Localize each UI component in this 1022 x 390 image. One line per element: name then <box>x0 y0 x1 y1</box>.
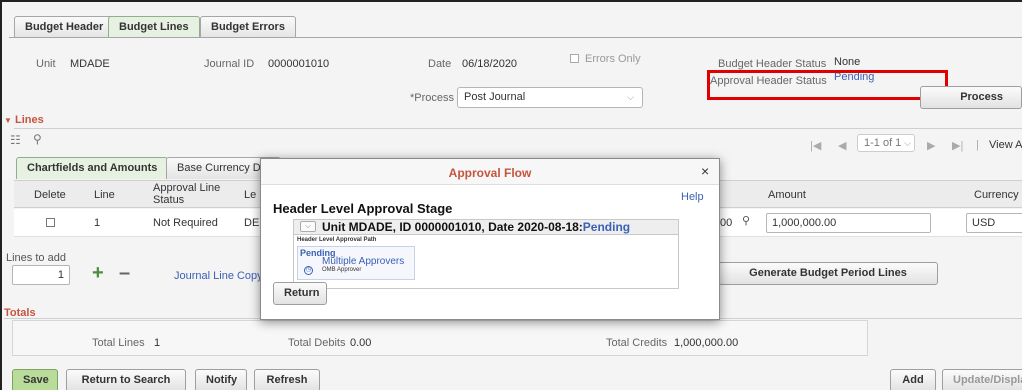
lines-divider <box>14 128 1022 129</box>
collapse-triangle-icon: ▼ <box>4 116 12 125</box>
approval-path-heading: Unit MDADE, ID 0000001010, Date 2020-08-… <box>322 220 630 234</box>
chevron-down-icon: ⌵ <box>627 92 634 102</box>
modal-title-bar: Approval Flow × <box>261 159 719 185</box>
total-lines-value: 1 <box>154 337 161 349</box>
unit-value: MDADE <box>70 58 110 70</box>
process-select-value: Post Journal <box>464 91 526 103</box>
tab-divider <box>9 37 1022 38</box>
lines-to-add-label: Lines to add <box>6 252 66 264</box>
collapse-icon[interactable]: ⌵ <box>300 221 316 232</box>
modal-title: Approval Flow <box>448 166 532 180</box>
unit-label: Unit <box>36 58 56 70</box>
journal-id-label: Journal ID <box>204 58 255 70</box>
journal-id-value: 0000001010 <box>268 58 330 70</box>
tab-budget-header[interactable]: Budget Header <box>14 16 115 38</box>
help-link[interactable]: Help <box>681 191 704 203</box>
budget-header-status-label: Budget Header Status <box>718 58 827 70</box>
add-line-icon[interactable]: + <box>92 262 104 285</box>
approval-path-box: ⌵ Unit MDADE, ID 0000001010, Date 2020-0… <box>293 219 679 289</box>
lookup-icon[interactable]: ⚲ <box>742 214 750 227</box>
row-ledger: DE <box>244 217 260 229</box>
update-display-button[interactable]: Update/Display <box>942 369 1022 390</box>
return-to-search-button[interactable]: Return to Search <box>66 369 186 390</box>
col-delete: Delete <box>34 189 66 201</box>
pager-text: 1-1 of 1 <box>864 137 902 149</box>
col-currency: Currency <box>974 189 1019 201</box>
row-line: 1 <box>94 217 101 229</box>
personalize-grid-icon[interactable]: ☷ <box>10 133 21 147</box>
col-ledger: Le <box>244 189 257 201</box>
approval-step-box: Pending Multiple Approvers ◷ OMB Approve… <box>297 246 415 280</box>
journal-line-copy-link[interactable]: Journal Line Copy D <box>174 270 274 282</box>
return-button[interactable]: Return <box>273 282 327 305</box>
process-label: *Process <box>410 92 455 104</box>
errors-only-checkbox[interactable] <box>570 54 579 63</box>
total-debits-label: Total Debits <box>288 337 346 349</box>
chevron-down-icon: ⌵ <box>904 138 911 148</box>
page-frame: Budget Header Budget Lines Budget Errors… <box>0 0 1022 390</box>
errors-only-label: Errors Only <box>585 53 641 65</box>
notify-button[interactable]: Notify <box>195 369 247 390</box>
total-debits-value: 0.00 <box>350 337 372 349</box>
row-amount-prefix: 00 <box>720 217 733 229</box>
tab-budget-lines[interactable]: Budget Lines <box>108 16 200 38</box>
row-approval-status: Not Required <box>153 217 218 229</box>
lines-to-add-field[interactable]: 1 <box>12 265 70 285</box>
previous-page-icon[interactable]: ◀ <box>838 139 846 152</box>
tab-budget-errors[interactable]: Budget Errors <box>200 16 296 38</box>
process-select[interactable]: Post Journal ⌵ <box>457 87 643 108</box>
save-button[interactable]: Save <box>12 369 58 390</box>
amount-field[interactable]: 1,000,000.00 <box>766 213 931 233</box>
date-label: Date <box>428 58 452 70</box>
approval-flow-modal: Approval Flow × Help Header Level Approv… <box>260 158 720 320</box>
first-page-icon[interactable]: |◀ <box>810 139 821 152</box>
approval-path-header: ⌵ Unit MDADE, ID 0000001010, Date 2020-0… <box>294 220 678 235</box>
remove-line-icon[interactable]: – <box>119 262 130 285</box>
lines-title-text: Lines <box>14 114 44 126</box>
approval-path-heading-text: Unit MDADE, ID 0000001010, Date 2020-08-… <box>322 220 583 234</box>
budget-header-status-value: None <box>834 56 861 68</box>
generate-budget-period-lines-button[interactable]: Generate Budget Period Lines <box>718 262 938 285</box>
col-approval-line-status: Approval Line Status <box>153 182 221 206</box>
total-credits-label: Total Credits <box>606 337 668 349</box>
currency-field[interactable]: USD <box>966 213 1022 233</box>
process-button[interactable]: Process <box>920 86 1022 109</box>
pager-separator: | <box>976 139 979 151</box>
next-page-icon[interactable]: ▶ <box>927 139 935 152</box>
lines-section-title[interactable]: ▼ Lines <box>4 114 44 126</box>
approval-path-status: Pending <box>582 220 631 234</box>
view-all-link[interactable]: View All <box>989 139 1022 151</box>
close-icon[interactable]: × <box>701 163 709 179</box>
col-amount: Amount <box>768 189 806 201</box>
highlight-box <box>707 70 948 100</box>
date-value: 06/18/2020 <box>462 58 518 70</box>
multiple-approvers-link[interactable]: Multiple Approvers <box>322 256 404 267</box>
last-page-icon[interactable]: ▶| <box>952 139 963 152</box>
subtab-chartfields-amounts[interactable]: Chartfields and Amounts <box>16 157 169 179</box>
search-icon[interactable]: ⚲ <box>33 132 42 146</box>
approval-path-label: Header Level Approval Path <box>297 237 377 243</box>
total-credits-value: 1,000,000.00 <box>674 337 739 349</box>
total-lines-label: Total Lines <box>92 337 145 349</box>
clock-icon: ◷ <box>304 266 313 275</box>
add-button[interactable]: Add <box>890 369 936 390</box>
pager-select[interactable]: 1-1 of 1 ⌵ <box>857 134 915 152</box>
approval-stage-title: Header Level Approval Stage <box>273 201 453 216</box>
refresh-button[interactable]: Refresh <box>254 369 320 390</box>
col-line: Line <box>94 189 115 201</box>
delete-checkbox[interactable] <box>46 218 55 227</box>
approver-role: OMB Approver <box>322 267 362 273</box>
